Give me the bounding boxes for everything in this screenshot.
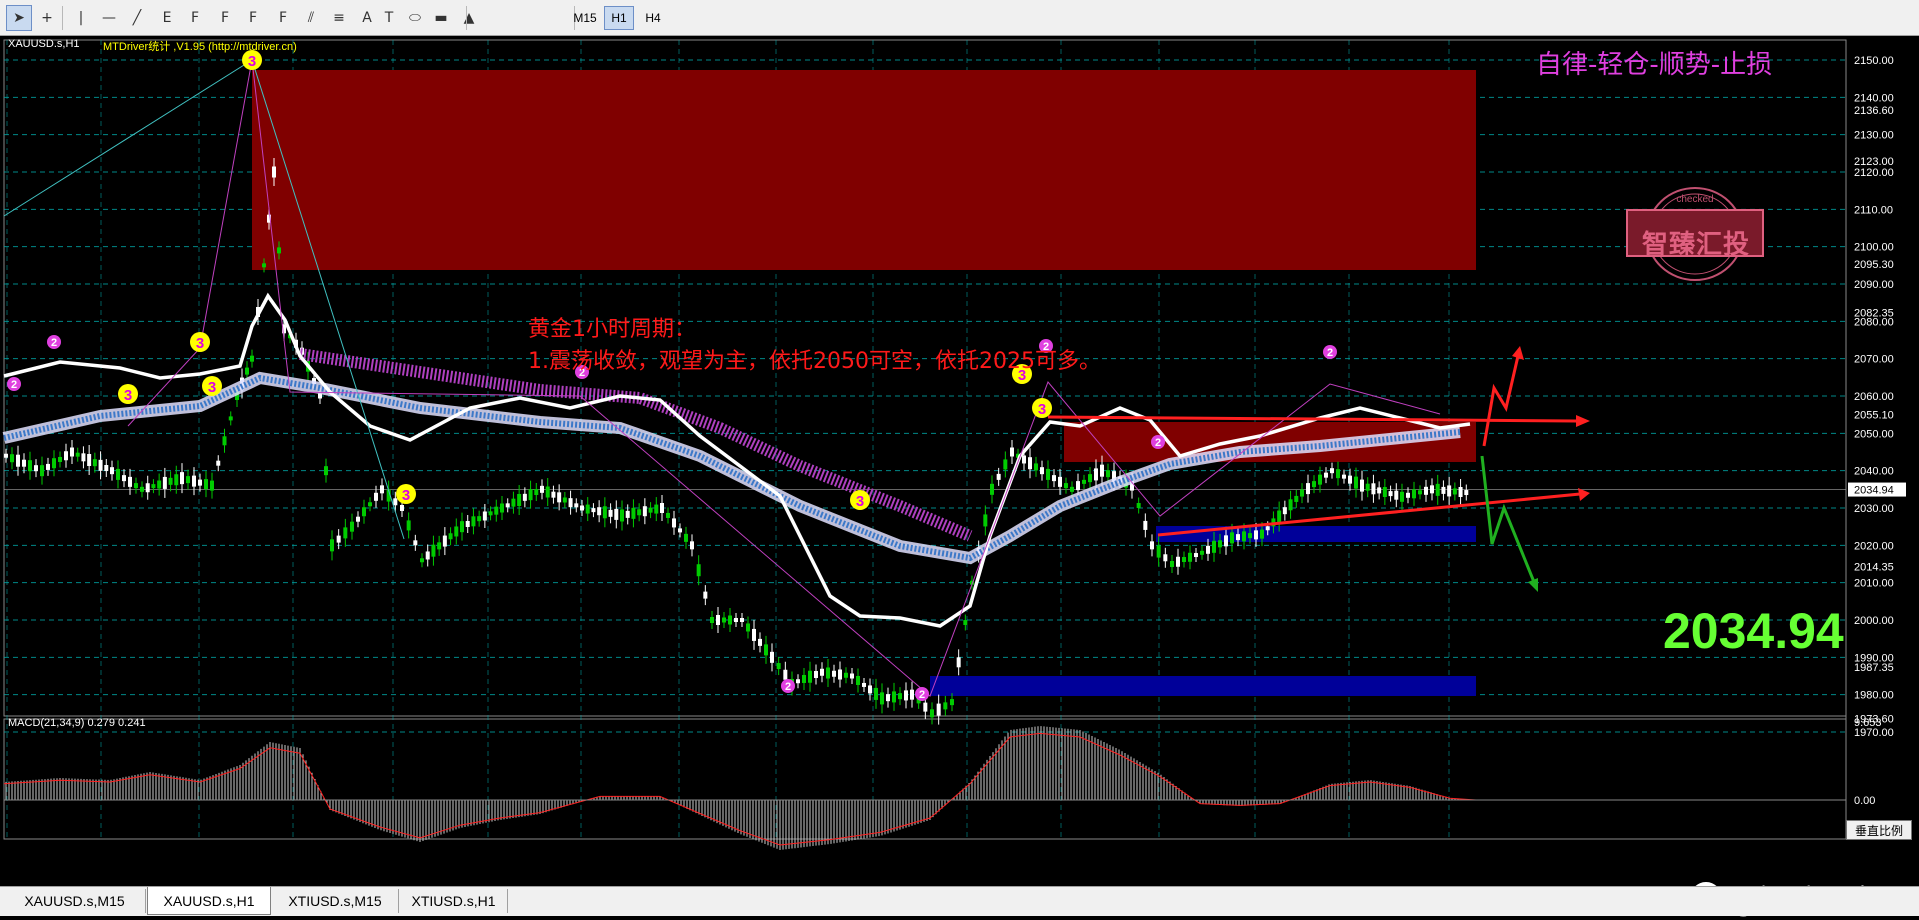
wave-marker-label: 2 bbox=[1327, 347, 1333, 359]
chart-tab[interactable]: XTIUSD.s,M15 bbox=[272, 889, 399, 913]
wave-marker-label: 3 bbox=[248, 53, 256, 70]
trendline-icon[interactable]: ╱ bbox=[124, 5, 150, 31]
price-axis-label: 2014.35 bbox=[1854, 561, 1894, 573]
timeframe-h4-button[interactable]: H4 bbox=[638, 6, 668, 30]
price-axis-label: 2040.00 bbox=[1854, 466, 1894, 478]
macd-zero-label: 0.00 bbox=[1854, 795, 1875, 807]
text-label-icon[interactable]: T bbox=[376, 5, 402, 31]
current-price-display: 2034.94 bbox=[1663, 603, 1844, 659]
macd-frame bbox=[3, 718, 1847, 840]
price-axis-label: 2000.00 bbox=[1854, 615, 1894, 627]
vertical-line-icon[interactable]: | bbox=[68, 5, 94, 31]
chart-tab[interactable]: XAUUSD.s,H1 bbox=[147, 887, 271, 915]
demand-zone-lower bbox=[930, 676, 1476, 696]
supply-zone-top bbox=[252, 70, 1476, 270]
stamp-outer-text: checked bbox=[1676, 194, 1713, 205]
analysis-body: 1.震荡收敛，观望为主，依托2050可空，依托2025可多。 bbox=[528, 349, 1101, 374]
price-axis-label: 2070.00 bbox=[1854, 354, 1894, 366]
fibonacci-timezones-icon[interactable]: F bbox=[240, 5, 266, 31]
price-axis-label: 2030.00 bbox=[1854, 503, 1894, 515]
wave-marker-label: 3 bbox=[196, 335, 204, 352]
wave-marker-label: 2 bbox=[919, 689, 925, 701]
fibonacci-fan-icon[interactable]: F bbox=[212, 5, 238, 31]
price-axis-label: 2110.00 bbox=[1854, 204, 1893, 216]
chart-tab[interactable]: XAUUSD.s,M15 bbox=[4, 889, 146, 913]
price-axis-label: 2090.00 bbox=[1854, 279, 1894, 291]
crosshair-icon[interactable]: + bbox=[34, 5, 60, 31]
price-axis-label: 2136.60 bbox=[1854, 105, 1894, 117]
triangle-icon[interactable]: ▲ bbox=[456, 5, 482, 31]
price-axis-label: 2123.00 bbox=[1854, 156, 1894, 168]
wave-marker-label: 2 bbox=[785, 681, 791, 693]
wave-marker-label: 3 bbox=[124, 387, 132, 404]
bearish-scenario-arrow bbox=[1480, 455, 1536, 583]
price-axis-label: 2095.30 bbox=[1854, 259, 1894, 271]
chart-window[interactable]: 2150.00 2140.00 2136.60 2130.00 2123.00 2120.… bbox=[0, 36, 1919, 919]
price-axis-label: 2060.00 bbox=[1854, 391, 1894, 403]
chart-tab[interactable]: XTIUSD.s,H1 bbox=[400, 889, 508, 913]
rectangle-icon[interactable]: ▬ bbox=[428, 5, 454, 31]
wave-marker-label: 3 bbox=[1038, 401, 1046, 418]
bearish-arrow-head bbox=[1528, 578, 1538, 592]
fibonacci-expansion-icon[interactable]: F bbox=[270, 5, 296, 31]
fibonacci-retracement-icon[interactable]: F bbox=[182, 5, 208, 31]
indicator-title: MTDriver统计 ,V1.95 (http://mtdriver.cn) bbox=[103, 41, 297, 53]
price-axis-label: 2120.00 bbox=[1854, 167, 1894, 179]
price-axis-label: 2010.00 bbox=[1854, 578, 1894, 590]
price-chart[interactable]: 2150.00 2140.002136.60 2130.00 2123.002120.… bbox=[0, 36, 1919, 862]
stamp-text: 智臻汇投 bbox=[1641, 230, 1750, 260]
price-axis-label: 2140.00 bbox=[1854, 92, 1894, 104]
toolbar-separator bbox=[62, 6, 63, 30]
toolbar-separator bbox=[466, 6, 467, 30]
wave-marker-label: 2 bbox=[11, 379, 17, 391]
price-axis-label: 1987.35 bbox=[1854, 662, 1894, 674]
price-candle bbox=[696, 564, 701, 577]
drawing-toolbar: ➤ + | — ╱ E F F F F ⫽ ≡ A T ⬭ ▬ ▲ M15 H1 H4 bbox=[0, 0, 1919, 36]
wave-marker-label: 3 bbox=[856, 493, 864, 510]
motto-text: 自律-轻仓-顺势-止损 bbox=[1536, 50, 1773, 80]
price-axis-label: 2020.00 bbox=[1854, 540, 1894, 552]
resistance-arrow-head bbox=[1576, 415, 1590, 427]
price-axis-label: 1980.00 bbox=[1854, 690, 1894, 702]
analysis-title: 黄金1小时周期： bbox=[528, 317, 696, 342]
resistance-trendline bbox=[1047, 415, 1577, 423]
wave-marker-label: 3 bbox=[208, 379, 216, 396]
symbol-title: XAUUSD.s,H1 bbox=[8, 38, 80, 50]
price-axis-label: 2080.00 bbox=[1854, 316, 1894, 328]
macd-title: MACD(21,34,9) 0.279 0.241 bbox=[8, 717, 146, 729]
wave-marker-label: 3 bbox=[402, 487, 410, 504]
price-axis-label: 2055.10 bbox=[1854, 409, 1894, 421]
price-candle bbox=[406, 520, 411, 531]
timeframe-m15-button[interactable]: M15 bbox=[570, 6, 600, 30]
cursor-icon[interactable]: ➤ bbox=[6, 5, 32, 31]
price-axis-label: 2130.00 bbox=[1854, 130, 1894, 142]
vertical-scale-button[interactable]: 垂直比例 bbox=[1846, 820, 1912, 840]
ellipse-icon[interactable]: ⬭ bbox=[402, 5, 428, 31]
pitchfork-icon[interactable]: ≡ bbox=[326, 5, 352, 31]
price-axis-label: 2050.00 bbox=[1854, 428, 1894, 440]
bullish-scenario-arrow bbox=[1482, 355, 1520, 447]
gann-icon[interactable]: ⫽ bbox=[298, 5, 324, 31]
wave-marker-label: 2 bbox=[1155, 437, 1161, 449]
price-axis-label: 2150.00 bbox=[1854, 55, 1894, 67]
chart-tabs: XAUUSD.s,M15 XAUUSD.s,H1 XTIUSD.s,M15 XTIUS… bbox=[0, 886, 1919, 916]
equidistant-channel-icon[interactable]: E bbox=[154, 5, 180, 31]
timeframe-h1-button[interactable]: H1 bbox=[604, 6, 634, 30]
bullish-arrow-head bbox=[1512, 346, 1524, 360]
analysis-annotation: 黄金1小时周期： 1.震荡收敛，观望为主，依托2050可空，依托2025可多。 bbox=[528, 314, 1101, 378]
price-axis-label: 2100.00 bbox=[1854, 242, 1894, 254]
demand-zone-upper bbox=[1156, 526, 1476, 542]
wave-marker-label: 2 bbox=[51, 337, 57, 349]
macd-max-label: 9.653 bbox=[1854, 717, 1882, 729]
current-price-tag-label: 2034.94 bbox=[1854, 485, 1894, 497]
horizontal-line-icon[interactable]: — bbox=[96, 5, 122, 31]
